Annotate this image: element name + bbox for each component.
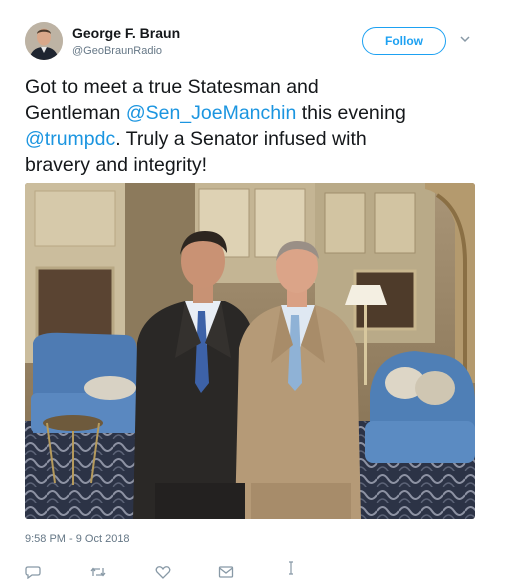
- tweet-text-segment: . Truly a Senator infused with: [115, 128, 367, 150]
- tweet-timestamp[interactable]: 9:58 PM - 9 Oct 2018: [25, 533, 130, 545]
- tweet-text-line: bravery and integrity!: [25, 154, 208, 176]
- author-handle[interactable]: @GeoBraunRadio: [72, 45, 162, 57]
- avatar[interactable]: [25, 22, 63, 60]
- reply-icon[interactable]: [25, 565, 41, 579]
- mention-link[interactable]: @trumpdc: [25, 128, 115, 150]
- like-icon[interactable]: [155, 565, 171, 579]
- mention-link[interactable]: @Sen_JoeManchin: [126, 102, 296, 124]
- photo-image: [25, 183, 475, 519]
- tweet-photo[interactable]: [25, 183, 475, 519]
- tweet-text-segment: this evening: [296, 102, 406, 124]
- tweet-text: Got to meet a true Statesman and Gentlem…: [25, 74, 485, 178]
- author-name[interactable]: George F. Braun: [72, 25, 180, 41]
- retweet-icon[interactable]: [90, 565, 106, 579]
- direct-message-icon[interactable]: [218, 565, 234, 579]
- tweet-text-segment: Gentleman: [25, 102, 126, 124]
- tweet-text-line: Got to meet a true Statesman and: [25, 76, 319, 98]
- analytics-icon[interactable]: [283, 561, 299, 575]
- follow-button[interactable]: Follow: [362, 27, 446, 55]
- avatar-image: [25, 22, 63, 60]
- chevron-down-icon[interactable]: [459, 34, 471, 44]
